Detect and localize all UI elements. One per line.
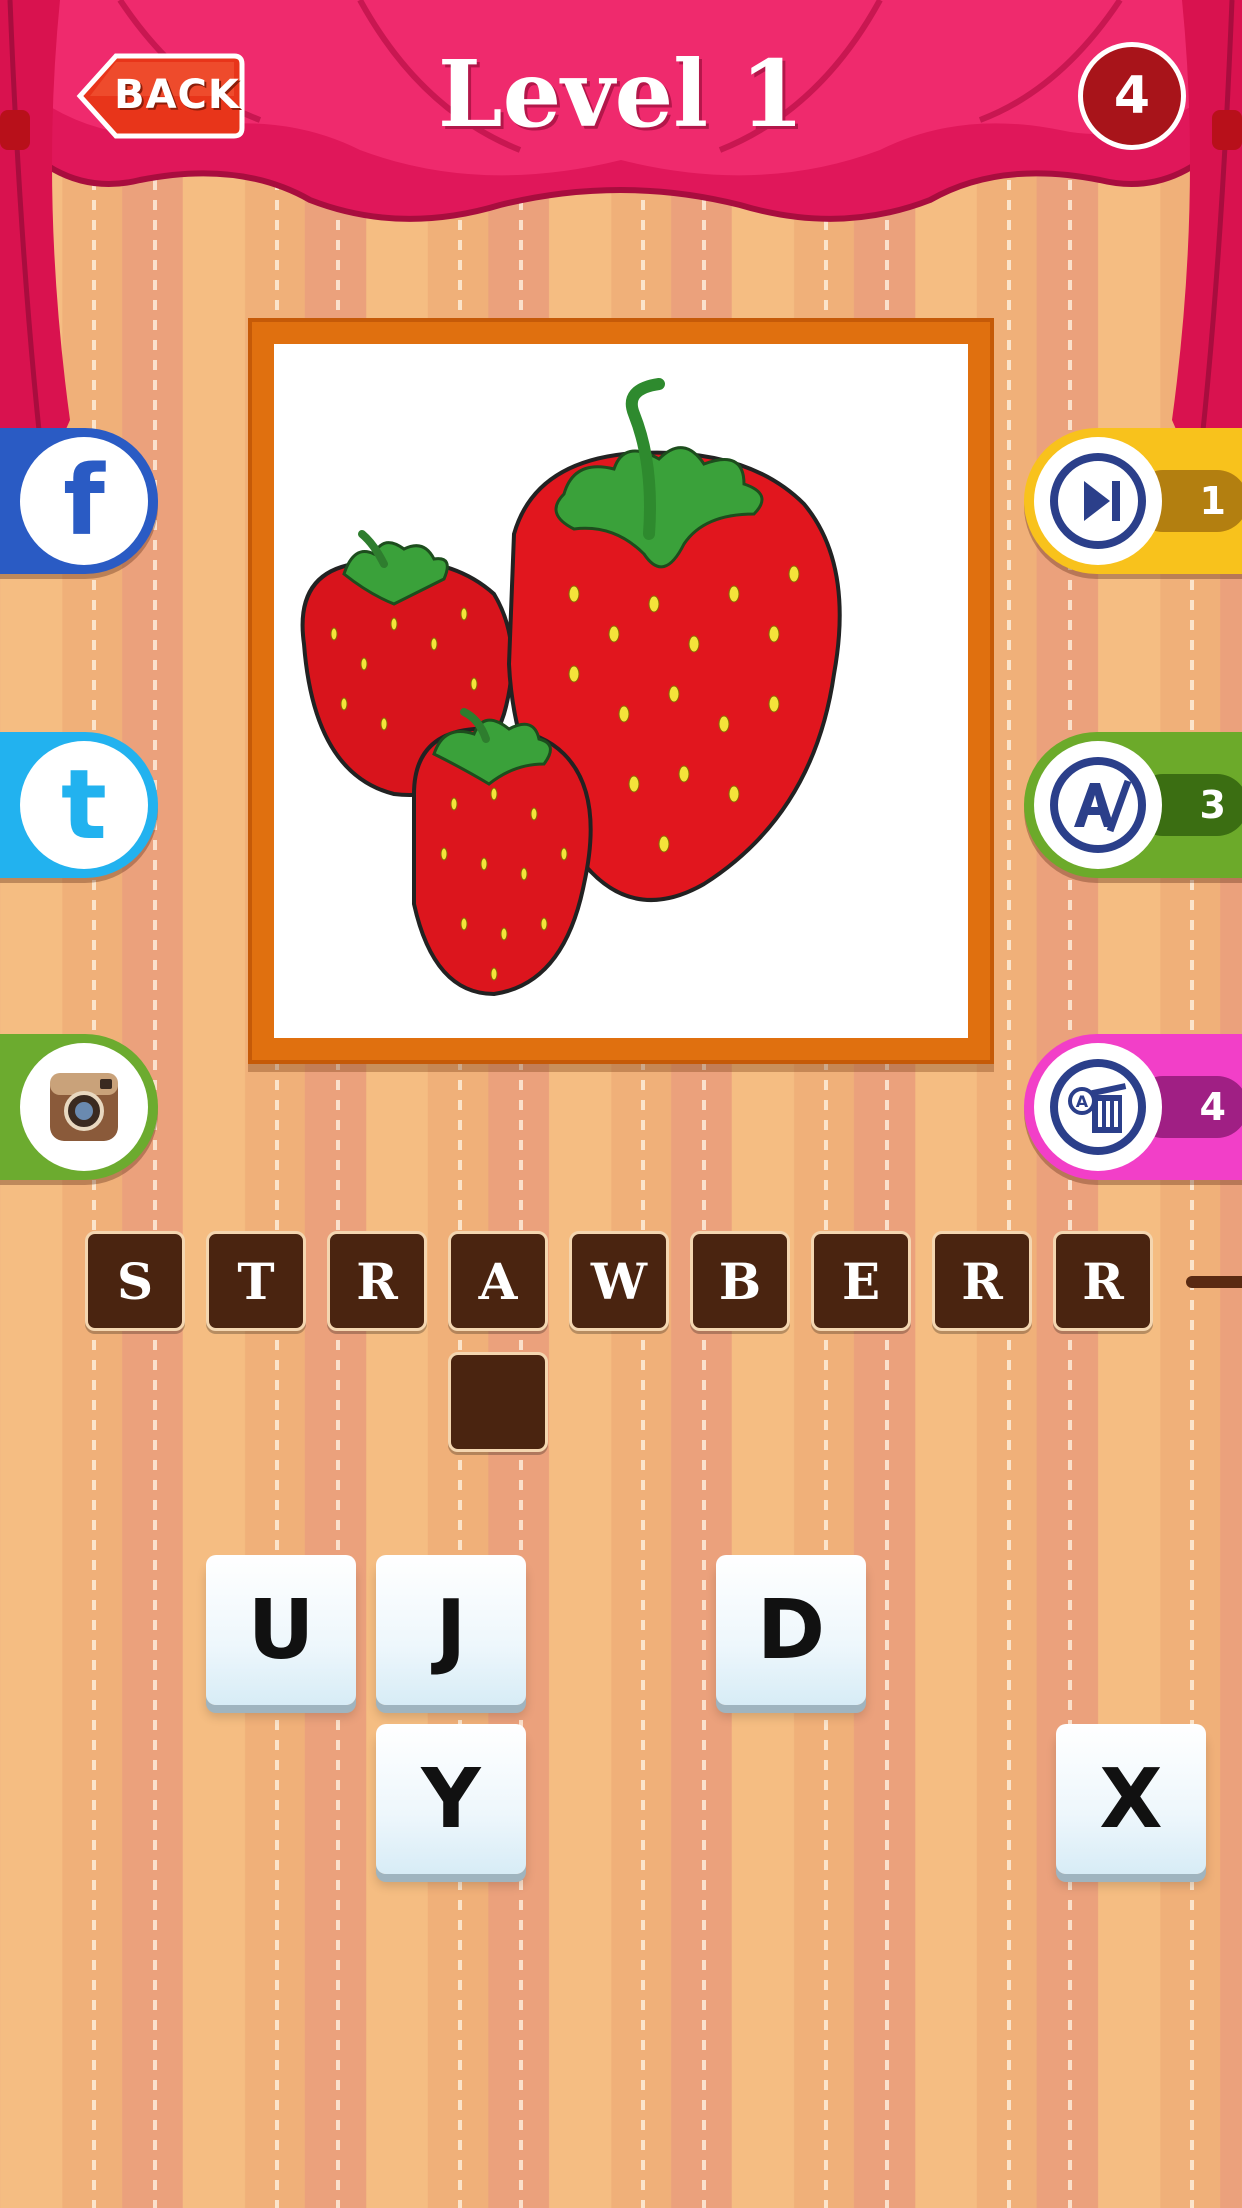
letter-tile[interactable]: D — [716, 1555, 866, 1705]
answer-slot-filled[interactable]: W — [569, 1231, 669, 1331]
remove-letters-button[interactable]: 4 A — [1024, 1034, 1242, 1180]
back-label: BACK — [114, 72, 240, 118]
answer-slot-filled[interactable]: E — [811, 1231, 911, 1331]
trash-icon: A — [1034, 1043, 1162, 1171]
letter-tile-label: X — [1099, 1751, 1163, 1847]
skip-level-button[interactable]: 1 — [1024, 428, 1242, 574]
letter-tile[interactable]: U — [206, 1555, 356, 1705]
facebook-icon: f — [20, 437, 148, 565]
answer-slot-filled[interactable]: R — [932, 1231, 1032, 1331]
next-row-indicator — [1186, 1276, 1242, 1288]
reveal-letter-button[interactable]: 3 — [1024, 732, 1242, 878]
answer-slot-filled[interactable]: R — [1053, 1231, 1153, 1331]
puzzle-picture — [274, 344, 968, 1038]
coin-count: 4 — [1113, 66, 1151, 126]
svg-text:A: A — [1076, 1092, 1089, 1111]
letter-tile-label: U — [247, 1582, 315, 1678]
answer-slot-letter: W — [590, 1251, 648, 1311]
answer-slot-filled[interactable]: B — [690, 1231, 790, 1331]
skip-icon — [1034, 437, 1162, 565]
coin-badge: 4 — [1078, 42, 1186, 150]
twitter-icon: t — [20, 741, 148, 869]
letter-tile-label: D — [756, 1582, 826, 1678]
letter-tile-label: J — [435, 1582, 467, 1678]
back-button[interactable]: BACK — [76, 52, 246, 140]
answer-slot-letter: S — [116, 1251, 154, 1311]
instagram-icon — [20, 1043, 148, 1171]
answer-slot-letter: T — [237, 1251, 275, 1311]
answer-slot-letter: A — [478, 1251, 518, 1311]
letter-tile[interactable]: X — [1056, 1724, 1206, 1874]
answer-slot-filled[interactable]: T — [206, 1231, 306, 1331]
letter-tile-label: Y — [421, 1751, 481, 1847]
strawberries-image — [300, 378, 842, 997]
letter-tile[interactable]: Y — [376, 1724, 526, 1874]
answer-slot-filled[interactable]: A — [448, 1231, 548, 1331]
answer-slot-empty[interactable] — [448, 1352, 548, 1452]
level-title: Level 1 — [437, 40, 805, 148]
puzzle-picture-frame — [248, 318, 994, 1064]
twitter-share-button[interactable]: t — [0, 732, 158, 878]
reveal-letter-icon — [1034, 741, 1162, 869]
letter-tile[interactable]: J — [376, 1555, 526, 1705]
answer-slot-filled[interactable]: S — [85, 1231, 185, 1331]
facebook-share-button[interactable]: f — [0, 428, 158, 574]
stripe-dash — [1007, 0, 1011, 2208]
answer-slot-letter: E — [841, 1251, 881, 1311]
answer-slot-filled[interactable]: R — [327, 1231, 427, 1331]
answer-slot-letter: R — [356, 1251, 398, 1311]
answer-slot-letter: B — [718, 1251, 762, 1311]
instagram-share-button[interactable] — [0, 1034, 158, 1180]
answer-slot-letter: R — [1082, 1251, 1124, 1311]
answer-slot-letter: R — [961, 1251, 1003, 1311]
